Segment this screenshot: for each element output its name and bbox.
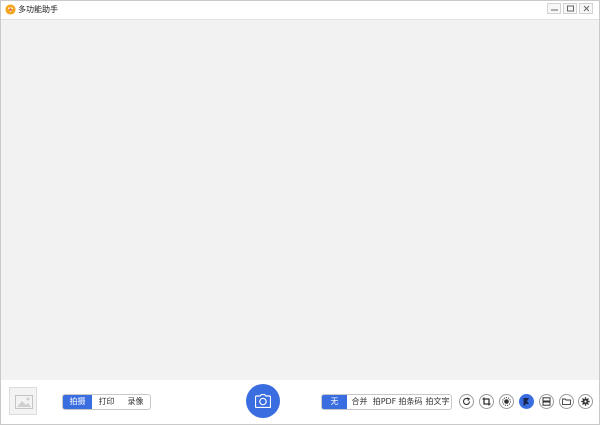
minimize-icon	[551, 9, 558, 11]
brightness-icon	[502, 397, 511, 406]
rotate-icon	[462, 397, 471, 405]
open-folder-button[interactable]	[559, 394, 574, 409]
settings-button[interactable]	[578, 394, 593, 409]
camera-preview-area	[1, 20, 599, 380]
option-merge[interactable]: 合并	[347, 395, 372, 409]
color-mode-button[interactable]	[519, 394, 534, 409]
dual-page-icon	[542, 397, 551, 406]
merge-mode-tabs: 无 合并 拍PDF 拍条码 拍文字	[321, 394, 452, 410]
title-bar: 多功能助手	[1, 1, 599, 20]
option-none[interactable]: 无	[322, 395, 347, 409]
brightness-button[interactable]	[499, 394, 514, 409]
app-logo-icon	[5, 4, 16, 15]
tab-print[interactable]: 打印	[92, 395, 121, 409]
dual-page-button[interactable]	[539, 394, 554, 409]
capture-mode-tabs: 拍摄 打印 录像	[62, 394, 151, 410]
tab-video[interactable]: 录像	[121, 395, 150, 409]
rotate-button[interactable]	[459, 394, 474, 409]
option-scan-barcode[interactable]: 拍条码	[397, 395, 424, 409]
maximize-button[interactable]	[563, 3, 577, 14]
app-window: 多功能助手 拍摄 打印 录像 无 合并 拍PDF 拍条码 拍文字	[0, 0, 600, 425]
close-icon	[583, 5, 590, 12]
camera-icon	[255, 394, 271, 408]
minimize-button[interactable]	[547, 3, 561, 14]
image-icon	[15, 395, 33, 409]
option-scan-text[interactable]: 拍文字	[424, 395, 451, 409]
close-button[interactable]	[579, 3, 593, 14]
option-scan-pdf[interactable]: 拍PDF	[372, 395, 397, 409]
tab-photo[interactable]: 拍摄	[63, 395, 92, 409]
color-mode-icon	[523, 398, 529, 406]
capture-button[interactable]	[246, 384, 280, 418]
bottom-toolbar: 拍摄 打印 录像 无 合并 拍PDF 拍条码 拍文字	[1, 380, 599, 424]
folder-icon	[562, 398, 571, 406]
crop-button[interactable]	[479, 394, 494, 409]
crop-icon	[482, 397, 491, 406]
maximize-icon	[567, 5, 574, 12]
settings-icon	[581, 397, 590, 406]
window-title: 多功能助手	[18, 5, 58, 14]
last-capture-thumbnail[interactable]	[9, 387, 37, 415]
